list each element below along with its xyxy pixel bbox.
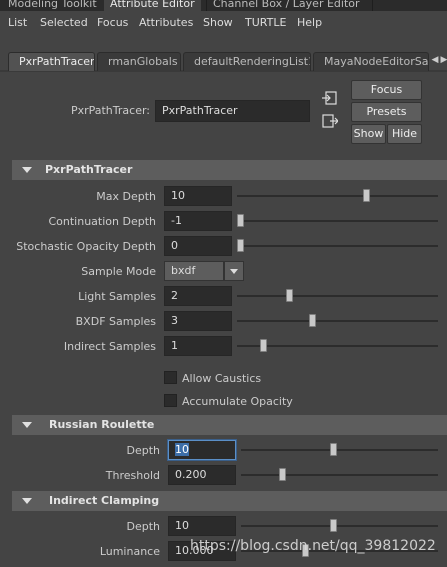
panel-tab-attribute-editor[interactable]: Attribute Editor [104, 0, 201, 11]
input-connection-icon[interactable] [322, 91, 338, 105]
hide-button[interactable]: Hide [387, 124, 422, 144]
output-connection-icon[interactable] [322, 114, 338, 128]
sample-mode-dropdown[interactable]: bxdf [164, 261, 224, 281]
continuation-depth-slider-handle[interactable] [237, 214, 244, 227]
ic-depth-slider-track[interactable] [241, 525, 438, 527]
rr-depth-slider-handle[interactable] [330, 443, 338, 456]
indirect-samples-field[interactable]: 1 [164, 336, 232, 356]
bxdf-samples-slider-track[interactable] [237, 320, 438, 322]
rr-threshold-slider-track[interactable] [241, 474, 438, 476]
stochastic-opacity-depth-slider-track[interactable] [237, 245, 438, 247]
panel-tab-bar: Modeling Toolkit Attribute Editor Channe… [0, 0, 447, 11]
section-indirect-clamping[interactable]: Indirect Clamping [12, 491, 447, 511]
node-name-field[interactable]: PxrPathTracer [155, 100, 310, 122]
panel-tab-channel-box[interactable]: Channel Box / Layer Editor [206, 0, 366, 11]
node-tab-rmanglobals[interactable]: rmanGlobals [97, 52, 181, 71]
stochastic-opacity-depth-slider-handle[interactable] [237, 239, 244, 252]
max-depth-label: Max Depth [96, 190, 156, 203]
stochastic-opacity-depth-label: Stochastic Opacity Depth [16, 240, 156, 253]
presets-button[interactable]: Presets [351, 102, 422, 122]
collapse-triangle-icon[interactable] [22, 167, 32, 173]
menu-focus[interactable]: Focus [97, 16, 128, 29]
sample-mode-dropdown-arrow[interactable] [224, 261, 244, 281]
section-russian-roulette[interactable]: Russian Roulette [12, 415, 447, 435]
max-depth-field[interactable]: 10 [164, 186, 232, 206]
tab-scroll-right-icon[interactable]: ▶ [439, 53, 447, 67]
light-samples-slider-handle[interactable] [285, 289, 293, 302]
menu-list[interactable]: List [8, 16, 27, 29]
collapse-triangle-icon[interactable] [22, 498, 32, 504]
max-depth-slider-handle[interactable] [363, 189, 371, 202]
light-samples-field[interactable]: 2 [164, 286, 232, 306]
ic-luminance-label: Luminance [99, 545, 160, 558]
node-tab-defaultrenderinglist1[interactable]: defaultRenderingList1 [183, 52, 311, 71]
menu-show[interactable]: Show [203, 16, 233, 29]
panel-tab-extra [372, 0, 379, 11]
section-title: Indirect Clamping [49, 494, 160, 507]
menu-help[interactable]: Help [297, 16, 322, 29]
rr-threshold-field[interactable]: 0.200 [168, 465, 236, 485]
node-tab-mayanodeeditorsav[interactable]: MayaNodeEditorSav [313, 52, 429, 71]
max-depth-slider-track[interactable] [237, 195, 438, 197]
accumulate-opacity-checkbox[interactable] [164, 394, 177, 407]
indirect-samples-slider-handle[interactable] [260, 339, 268, 352]
menu-bar: List Selected Focus Attributes Show TURT… [0, 12, 447, 34]
ic-depth-slider-handle[interactable] [330, 519, 338, 532]
collapse-triangle-icon[interactable] [22, 422, 32, 428]
continuation-depth-label: Continuation Depth [48, 215, 156, 228]
node-name-label: PxrPathTracer: [70, 104, 150, 117]
allow-caustics-label: Allow Caustics [182, 372, 262, 385]
menu-selected[interactable]: Selected [40, 16, 88, 29]
ic-depth-label: Depth [126, 520, 160, 533]
bxdf-samples-slider-handle[interactable] [308, 314, 316, 327]
section-title: Russian Roulette [49, 418, 155, 431]
light-samples-slider-track[interactable] [237, 295, 438, 297]
ic-depth-field[interactable]: 10 [168, 516, 236, 536]
show-button[interactable]: Show [351, 124, 386, 144]
focus-button[interactable]: Focus [351, 80, 422, 100]
rr-depth-slider-track[interactable] [241, 449, 438, 451]
menu-attributes[interactable]: Attributes [139, 16, 193, 29]
rr-depth-field[interactable]: 10 [168, 440, 236, 460]
indirect-samples-slider-track[interactable] [237, 345, 438, 347]
continuation-depth-field[interactable]: -1 [164, 211, 232, 231]
stochastic-opacity-depth-field[interactable]: 0 [164, 236, 232, 256]
section-pxrpathtracer[interactable]: PxrPathTracer [12, 160, 447, 180]
continuation-depth-slider-track[interactable] [237, 220, 438, 222]
sample-mode-label: Sample Mode [81, 265, 156, 278]
node-tab-pxrpathtracer[interactable]: PxrPathTracer [8, 52, 95, 71]
menu-turtle[interactable]: TURTLE [245, 16, 286, 29]
rr-threshold-slider-handle[interactable] [279, 468, 286, 481]
rr-depth-value: 10 [175, 443, 189, 456]
rr-depth-label: Depth [126, 444, 160, 457]
light-samples-label: Light Samples [78, 290, 156, 303]
bxdf-samples-field[interactable]: 3 [164, 311, 232, 331]
bxdf-samples-label: BXDF Samples [75, 315, 156, 328]
rr-threshold-label: Threshold [105, 469, 160, 482]
chevron-down-icon [230, 269, 238, 274]
accumulate-opacity-label: Accumulate Opacity [182, 395, 293, 408]
section-title: PxrPathTracer [45, 163, 133, 176]
watermark: https://blog.csdn.net/qq_39812022 [190, 538, 436, 554]
indirect-samples-label: Indirect Samples [63, 340, 156, 353]
allow-caustics-checkbox[interactable] [164, 371, 177, 384]
panel-tab-modeling-toolkit[interactable]: Modeling Toolkit [2, 0, 103, 11]
